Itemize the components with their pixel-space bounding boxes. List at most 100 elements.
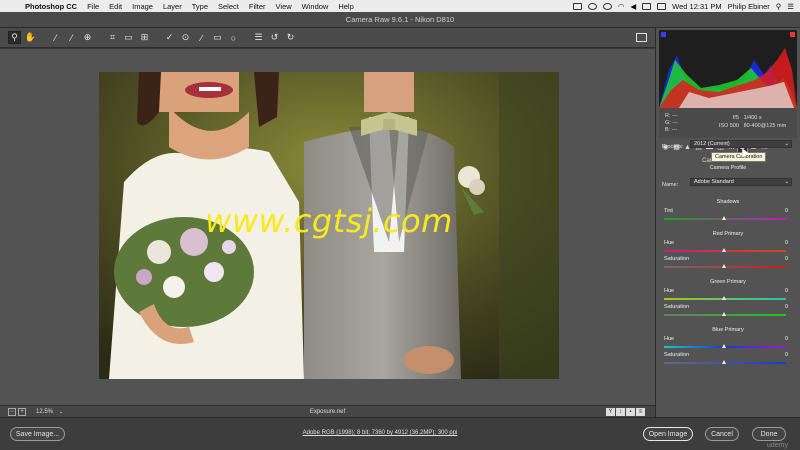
- menu-window[interactable]: Window: [297, 2, 334, 11]
- menu-layer[interactable]: Layer: [158, 2, 187, 11]
- blue-primary-heading: Blue Primary: [712, 327, 744, 333]
- blue-saturation-thumb[interactable]: [722, 360, 726, 364]
- white-balance-tool-icon[interactable]: ⁄: [49, 31, 62, 44]
- shadows-tint-value[interactable]: 0: [785, 208, 788, 214]
- hand-tool-icon[interactable]: ✋: [24, 31, 37, 44]
- volume-icon[interactable]: ◀: [630, 2, 636, 11]
- wifi-icon[interactable]: ◠: [618, 2, 625, 11]
- preview-canvas[interactable]: www.cgtsj.com: [0, 49, 655, 405]
- shadow-clipping-warning[interactable]: [661, 32, 666, 37]
- blue-hue-value[interactable]: 0: [785, 336, 788, 342]
- transform-tool-icon[interactable]: ⊞: [138, 31, 151, 44]
- menu-image[interactable]: Image: [127, 2, 158, 11]
- red-hue-label: Hue: [664, 240, 675, 246]
- green-saturation-thumb[interactable]: [722, 312, 726, 316]
- shadows-tint-label: Tint: [664, 208, 673, 214]
- shadows-heading: Shadows: [716, 199, 740, 205]
- menu-type[interactable]: Type: [187, 2, 213, 11]
- menu-select[interactable]: Select: [213, 2, 244, 11]
- green-primary-heading: Green Primary: [710, 279, 746, 285]
- done-button[interactable]: Done: [752, 427, 786, 441]
- targeted-adjustment-tool-icon[interactable]: ⊕: [81, 31, 94, 44]
- shadows-tint-thumb[interactable]: [722, 216, 726, 220]
- menu-app[interactable]: Photoshop CC: [20, 2, 82, 11]
- aperture-value: f/5: [732, 115, 739, 121]
- flag-icon[interactable]: [657, 2, 667, 10]
- red-saturation-label: Saturation: [664, 256, 690, 262]
- process-row: Process: 2012 (Current) ⌄: [662, 140, 794, 150]
- mac-menubar: Photoshop CC File Edit Image Layer Type …: [0, 0, 800, 12]
- green-hue-thumb[interactable]: [722, 296, 726, 300]
- profile-name-dropdown[interactable]: Adobe Standard ⌄: [690, 178, 792, 186]
- process-label: Process:: [662, 144, 684, 150]
- rgb-readout: R: --- G: --- B: ---: [665, 113, 678, 133]
- window-title: Camera Raw 9.6.1 - Nikon D810: [345, 15, 455, 24]
- zoom-tool-icon[interactable]: ⚲: [8, 31, 21, 44]
- blue-saturation-label: Saturation: [664, 352, 690, 358]
- process-dropdown[interactable]: 2012 (Current) ⌄: [690, 140, 792, 148]
- udemy-logo: udemy: [766, 442, 788, 449]
- graduated-filter-tool-icon[interactable]: ▭: [211, 31, 224, 44]
- photo-preview[interactable]: www.cgtsj.com: [99, 72, 559, 379]
- fullscreen-toggle-icon[interactable]: [636, 33, 647, 42]
- green-hue-label: Hue: [664, 288, 675, 294]
- open-image-button[interactable]: Open Image: [643, 427, 693, 441]
- camera-info: f/5 1/400 s ISO 500 80-400@125 mm: [713, 114, 786, 130]
- preferences-icon[interactable]: ☰: [252, 31, 265, 44]
- histogram-readout: R: --- G: --- B: --- f/5 1/400 s ISO 500…: [659, 108, 797, 138]
- tool-bar: ⚲ ✋ ⁄ ⁄ ⊕ ⌗ ▭ ⊞ ✓ ⊙ ∕ ▭ ○ ☰ ↺ ↻: [0, 28, 655, 48]
- adjustment-panel: R: --- G: --- B: --- f/5 1/400 s ISO 500…: [655, 28, 800, 417]
- blue-hue-thumb[interactable]: [722, 344, 726, 348]
- save-image-button[interactable]: Save Image...: [10, 427, 65, 441]
- cancel-button[interactable]: Cancel: [705, 427, 739, 441]
- shutter-value: 1/400 s: [743, 115, 762, 121]
- red-eye-tool-icon[interactable]: ⊙: [179, 31, 192, 44]
- red-primary-heading: Red Primary: [712, 231, 744, 237]
- histogram: [659, 30, 797, 108]
- green-saturation-label: Saturation: [664, 304, 690, 310]
- chevron-down-icon: ⌄: [784, 141, 789, 147]
- menu-view[interactable]: View: [271, 2, 297, 11]
- chevron-down-icon: ⌄: [784, 179, 789, 185]
- workflow-options-link[interactable]: Adobe RGB (1998); 8 bit; 7360 by 4912 (3…: [200, 430, 560, 436]
- camera-status-icon[interactable]: [572, 2, 582, 10]
- profile-name-row: Name: Adobe Standard ⌄: [662, 178, 794, 188]
- name-label: Name:: [662, 182, 679, 188]
- camera-profile-heading: Camera Profile: [709, 165, 747, 171]
- rotate-left-icon[interactable]: ↺: [268, 31, 281, 44]
- menu-help[interactable]: Help: [333, 2, 358, 11]
- blue-saturation-value[interactable]: 0: [785, 352, 788, 358]
- file-name: Exposure.nef: [309, 408, 346, 415]
- search-icon[interactable]: ⚲: [776, 2, 782, 11]
- menu-edit[interactable]: Edit: [104, 2, 127, 11]
- highlight-clipping-warning[interactable]: [790, 32, 795, 37]
- menu-file[interactable]: File: [82, 2, 104, 11]
- canvas-status-bar: − + 12.5% ⌄ Exposure.nef Y ↕ ▪ ≡: [0, 405, 655, 417]
- rotate-right-icon[interactable]: ↻: [284, 31, 297, 44]
- record-status-icon[interactable]: [587, 2, 597, 10]
- user-name[interactable]: Philip Ebiner: [728, 2, 770, 11]
- sync-status-icon[interactable]: [602, 2, 612, 10]
- red-saturation-value[interactable]: 0: [785, 256, 788, 262]
- straighten-tool-icon[interactable]: ▭: [122, 31, 135, 44]
- status-menu-area: ◠ ◀ Wed 12:31 PM Philip Ebiner ⚲ ☰: [572, 2, 800, 11]
- list-icon[interactable]: ☰: [787, 2, 794, 11]
- adjustment-brush-tool-icon[interactable]: ∕: [195, 31, 208, 44]
- watermark-text: www.cgtsj.com: [205, 202, 453, 240]
- battery-icon[interactable]: [642, 2, 652, 10]
- red-hue-thumb[interactable]: [722, 248, 726, 252]
- green-hue-value[interactable]: 0: [785, 288, 788, 294]
- radial-filter-tool-icon[interactable]: ○: [227, 31, 240, 44]
- menu-filter[interactable]: Filter: [244, 2, 271, 11]
- tab-tooltip: Camera Calibration: [711, 152, 767, 162]
- spot-removal-tool-icon[interactable]: ✓: [163, 31, 176, 44]
- histogram-graph: [659, 48, 797, 108]
- color-sampler-tool-icon[interactable]: ⁄: [65, 31, 78, 44]
- clock-text[interactable]: Wed 12:31 PM: [672, 2, 721, 11]
- crop-tool-icon[interactable]: ⌗: [106, 31, 119, 44]
- window-titlebar: Camera Raw 9.6.1 - Nikon D810: [0, 12, 800, 28]
- red-hue-value[interactable]: 0: [785, 240, 788, 246]
- red-saturation-thumb[interactable]: [722, 264, 726, 268]
- blue-hue-label: Hue: [664, 336, 675, 342]
- green-saturation-value[interactable]: 0: [785, 304, 788, 310]
